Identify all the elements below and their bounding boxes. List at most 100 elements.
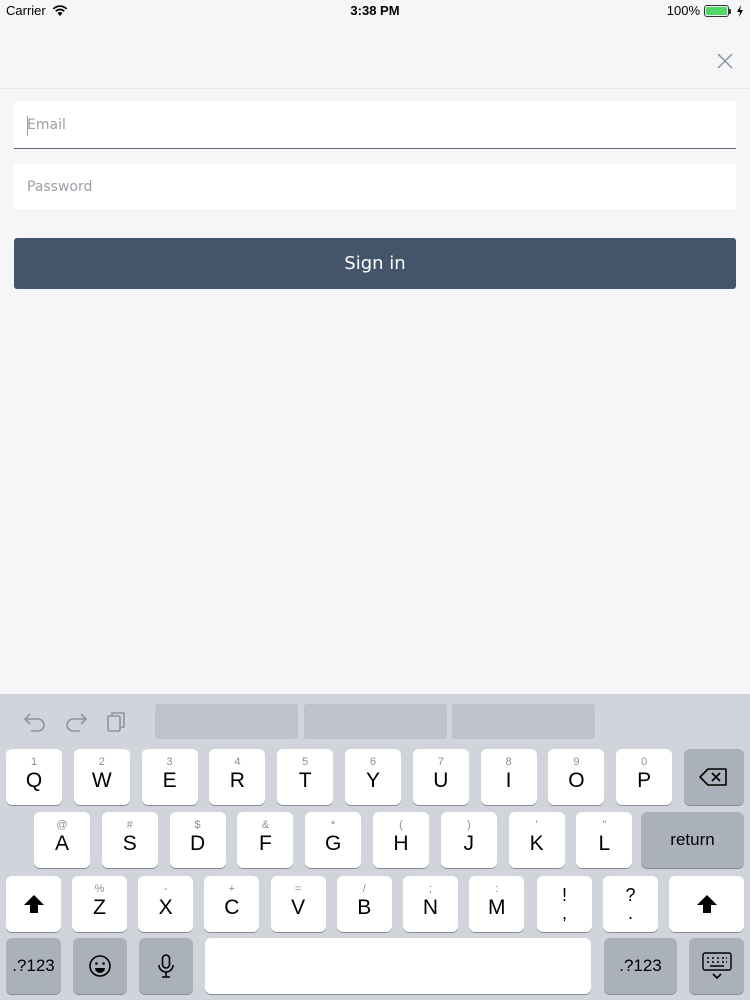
key-f[interactable]: & F <box>237 812 294 868</box>
key-t[interactable]: 5T <box>277 749 334 805</box>
key-letter-label: I <box>505 769 512 792</box>
numbers-key-label: .?123 <box>619 956 662 975</box>
key-hint-label: # <box>126 819 133 831</box>
key-hint-label: ) <box>466 819 471 831</box>
key-v[interactable]: = V <box>270 876 326 932</box>
key-letter-label: W <box>91 769 112 792</box>
key-hint-label: $ <box>194 819 201 831</box>
key-l[interactable]: " L <box>576 812 633 868</box>
key-q[interactable]: 1Q <box>6 749 62 805</box>
key-hint-label: ' <box>535 819 538 831</box>
key-letter-label: M <box>487 896 506 919</box>
key-letter-label: T <box>298 769 312 792</box>
key-hint-label: - <box>163 883 168 895</box>
undo-icon[interactable] <box>23 710 47 732</box>
key-c[interactable]: + C <box>204 876 260 932</box>
key-h[interactable]: (H <box>373 812 429 868</box>
key-letter-label: Q <box>25 769 43 792</box>
suggestion-slot-2[interactable] <box>304 704 447 739</box>
key-o[interactable]: 9O <box>548 749 605 805</box>
key-letter-label: O <box>568 769 585 792</box>
key-p[interactable]: 0P <box>616 749 673 805</box>
password-placeholder: Password <box>27 178 93 195</box>
status-bar: Carrier 3:38 PM 100% <box>0 0 750 22</box>
return-key[interactable]: return <box>641 812 744 868</box>
password-field[interactable]: Password <box>14 164 736 209</box>
shift-key-right[interactable] <box>669 876 744 932</box>
key-u[interactable]: 7U <box>412 749 469 805</box>
key-letter-label: C <box>224 896 240 919</box>
key-a[interactable]: @ A <box>34 812 90 868</box>
battery-icon <box>704 4 731 17</box>
email-field[interactable]: Email <box>14 102 736 149</box>
key-letter-label: G <box>325 832 342 855</box>
key-x[interactable]: -X <box>138 876 194 932</box>
key-hint-label: 8 <box>505 756 512 768</box>
suggestion-slot-1[interactable] <box>155 704 298 739</box>
key-k[interactable]: ' K <box>508 812 565 868</box>
key-letter-label: Z <box>93 896 106 919</box>
sign-in-button[interactable]: Sign in <box>14 238 736 289</box>
battery-percent: 100% <box>666 3 700 18</box>
redo-icon[interactable] <box>64 710 88 732</box>
key-letter-label: H <box>393 832 409 855</box>
key-i[interactable]: 8I <box>480 749 537 805</box>
key-hint-label: / <box>362 883 366 895</box>
charging-icon <box>737 4 743 17</box>
numbers-key-left[interactable]: .?123 <box>6 938 61 994</box>
key-g[interactable]: * G <box>305 812 362 868</box>
key-y[interactable]: 6Y <box>345 749 401 805</box>
key-letter-label: B <box>357 896 372 919</box>
key-hint-label: @ <box>56 819 68 831</box>
key-z[interactable]: % Z <box>72 876 127 932</box>
close-button[interactable] <box>714 50 736 72</box>
key-letter-label: J <box>463 832 475 855</box>
key-letter-label: P <box>637 769 652 792</box>
shift-icon <box>23 895 44 913</box>
shift-key-left[interactable] <box>6 876 61 932</box>
key-w[interactable]: 2W <box>73 749 130 805</box>
key-hint-label: ( <box>399 819 403 831</box>
key-hint-label: 2 <box>98 756 105 768</box>
dismiss-keyboard-key[interactable] <box>689 938 744 994</box>
paste-icon[interactable] <box>105 710 129 732</box>
emoji-icon <box>89 955 111 977</box>
key-b[interactable]: / B <box>336 876 392 932</box>
email-placeholder: Email <box>27 117 66 133</box>
key-j[interactable]: ) J <box>440 812 497 868</box>
delete-key[interactable] <box>684 749 744 805</box>
key-comma-label: , <box>561 903 567 923</box>
key-hint-label: % <box>94 883 105 895</box>
key-letter-label: X <box>158 896 173 919</box>
key-hint-label: " <box>602 819 607 831</box>
key-e[interactable]: 3E <box>141 749 198 805</box>
key-letter-label: V <box>291 896 306 919</box>
dictation-key[interactable] <box>139 938 193 994</box>
key-n[interactable]: ; N <box>403 876 458 932</box>
numbers-key-label: .?123 <box>12 956 55 975</box>
key-s[interactable]: # S <box>101 812 158 868</box>
key-hint-label: ; <box>428 883 433 895</box>
key-exclamation-comma[interactable]: ! , <box>537 876 592 932</box>
key-r[interactable]: 4R <box>209 749 266 805</box>
key-hint-label: 6 <box>369 756 377 768</box>
key-letter-label: K <box>529 832 544 855</box>
key-letter-label: A <box>54 832 69 855</box>
key-hint-label: : <box>495 883 499 895</box>
key-hint-label: 3 <box>166 756 173 768</box>
keyboard: return ! , ? . .?123 .?123 1 Q 2 W 3 E 4… <box>0 694 750 1000</box>
suggestion-slot-3[interactable] <box>452 704 595 739</box>
emoji-key[interactable] <box>73 938 127 994</box>
key-d[interactable]: $ D <box>169 812 226 868</box>
key-question-period[interactable]: ? . <box>603 876 658 932</box>
key-hint-label: + <box>228 883 236 895</box>
space-bar[interactable] <box>205 938 591 994</box>
key-hint-label: & <box>261 819 270 831</box>
key-exclamation-label: ! <box>561 885 567 905</box>
key-letter-label: D <box>190 832 206 855</box>
text-cursor <box>27 116 28 136</box>
key-m[interactable]: :M <box>469 876 525 932</box>
numbers-key-right[interactable]: .?123 <box>604 938 677 994</box>
key-hint-label: * <box>331 819 336 831</box>
delete-icon <box>699 768 727 786</box>
